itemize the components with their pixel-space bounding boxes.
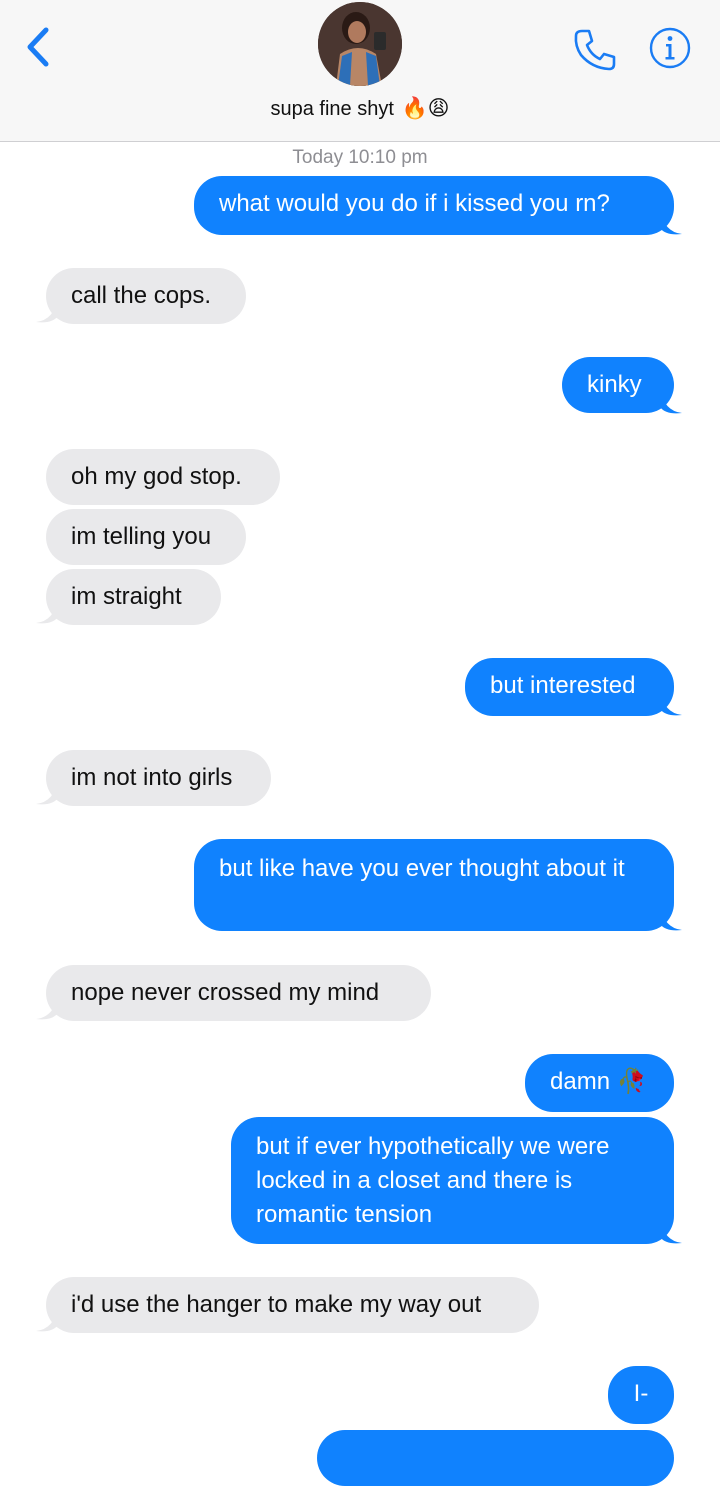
message-bubble-received[interactable]: im not into girls (46, 750, 271, 806)
bubble-tail (36, 780, 58, 805)
info-button[interactable] (649, 27, 691, 69)
conversation-header: supa fine shyt 🔥😩 (0, 0, 720, 142)
message-bubble-received[interactable]: call the cops. (46, 268, 246, 324)
contact-avatar[interactable] (318, 2, 402, 86)
message-timestamp: Today 10:10 pm (292, 147, 428, 168)
back-chevron-icon (27, 27, 49, 67)
message-bubble-sent[interactable]: but if ever hypothetically we were locke… (231, 1117, 674, 1244)
avatar-photo (318, 2, 402, 86)
bubble-tail (36, 1307, 58, 1332)
message-bubble-received[interactable]: nope never crossed my mind (46, 965, 431, 1021)
bubble-tail (660, 906, 682, 931)
bubble-tail (660, 210, 682, 235)
phone-icon (574, 29, 616, 71)
contact-name-text: supa fine shyt (270, 98, 394, 120)
message-bubble-sent[interactable]: kinky (562, 357, 674, 413)
bubble-tail (660, 1219, 682, 1244)
bubble-tail (36, 298, 58, 323)
message-bubble-received[interactable]: i'd use the hanger to make my way out (46, 1277, 539, 1333)
bubble-tail (660, 389, 682, 414)
call-button[interactable] (572, 27, 618, 73)
message-bubble-received[interactable]: oh my god stop. (46, 449, 280, 505)
contact-name[interactable]: supa fine shyt 🔥😩 (0, 96, 720, 121)
message-bubble-received[interactable]: im straight (46, 569, 221, 625)
message-bubble-received[interactable]: im telling you (46, 509, 246, 565)
message-bubble-sent[interactable]: I- (608, 1366, 674, 1424)
message-bubble-sent[interactable]: but interested (465, 658, 674, 716)
back-button[interactable] (22, 26, 58, 68)
bubble-tail (36, 599, 58, 624)
message-bubble-sent-partial[interactable] (317, 1430, 674, 1486)
message-bubble-sent[interactable]: damn 🥀 (525, 1054, 674, 1112)
contact-name-emoji: 🔥😩 (401, 97, 450, 120)
bubble-tail (36, 995, 58, 1020)
info-icon (649, 27, 691, 69)
bubble-tail (660, 691, 682, 716)
message-bubble-sent[interactable]: what would you do if i kissed you rn? (194, 176, 674, 235)
message-bubble-sent[interactable]: but like have you ever thought about it (194, 839, 674, 931)
